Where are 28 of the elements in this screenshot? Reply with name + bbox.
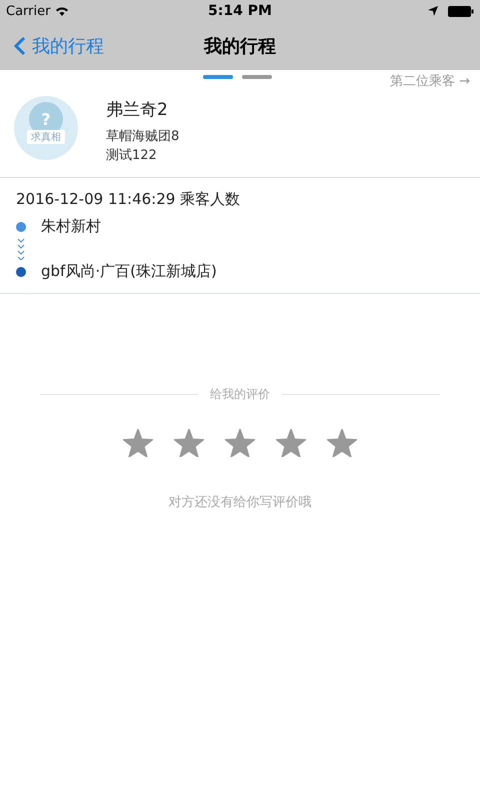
- destination-dot-icon: [16, 266, 26, 276]
- page-indicator[interactable]: [242, 75, 272, 79]
- star-icon[interactable]: [123, 429, 153, 457]
- trip-datetime: 2016-12-09 11:46:29 乘客人数: [16, 190, 242, 209]
- battery-icon: [448, 6, 474, 16]
- star-icon[interactable]: [327, 429, 357, 457]
- location-arrow-icon: [428, 6, 438, 16]
- next-passenger-link[interactable]: 第二位乘客 →: [390, 72, 470, 90]
- origin-dot-icon: [16, 222, 26, 232]
- origin-place: 朱村新村: [41, 217, 101, 236]
- passenger-name: 弗兰奇2: [106, 99, 169, 121]
- destination-place: gbf风尚·广百(珠江新城店): [41, 262, 217, 281]
- passenger-detail: 测试122: [106, 147, 158, 165]
- avatar-caption: 求真相: [27, 130, 65, 144]
- rating-note: 对方还没有给你写评价哦: [168, 494, 312, 511]
- chevron-left-icon: [14, 36, 26, 56]
- passenger-detail: 草帽海贼团8: [106, 128, 180, 146]
- star-icon[interactable]: [225, 429, 255, 457]
- star-icon[interactable]: [276, 429, 306, 457]
- carrier-label: Carrier: [6, 4, 50, 18]
- wifi-icon: [55, 6, 70, 16]
- chevrons-down-icon: [17, 238, 25, 260]
- star-icon[interactable]: [174, 429, 204, 457]
- page-title: 我的行程: [204, 35, 276, 58]
- back-button[interactable]: 我的行程: [0, 34, 104, 58]
- rating-heading: 给我的评价: [210, 386, 270, 403]
- status-time: 5:14 PM: [208, 3, 272, 19]
- page-indicator[interactable]: [203, 75, 233, 79]
